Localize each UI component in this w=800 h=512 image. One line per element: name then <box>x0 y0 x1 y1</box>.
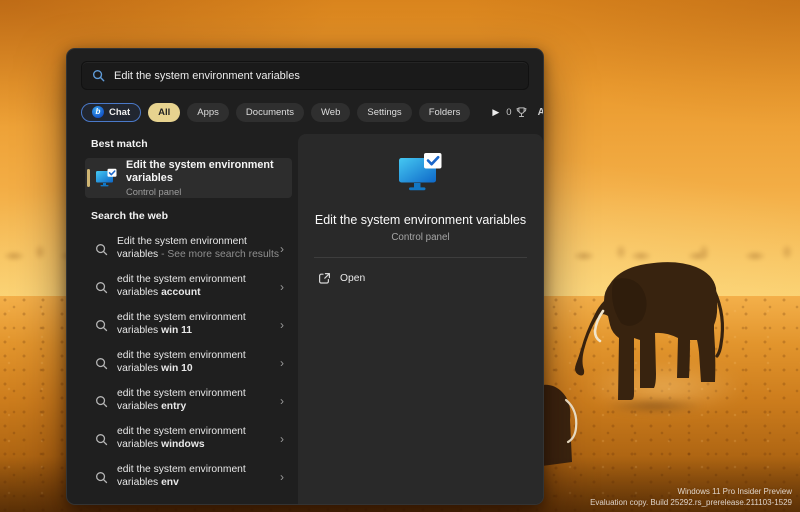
chevron-right-icon: › <box>280 395 284 407</box>
result-line1: edit the system environment <box>117 312 280 325</box>
result-line1: edit the system environment <box>117 388 280 401</box>
chevron-right-icon: › <box>280 281 284 293</box>
chevron-right-icon: › <box>280 243 284 255</box>
web-result-row[interactable]: Edit the system environment variables - … <box>85 230 292 268</box>
result-note: - See more search results <box>161 249 279 260</box>
preview-title: Edit the system environment variables <box>315 213 526 227</box>
result-line2-text: variables <box>117 249 161 260</box>
web-result-row[interactable]: edit the system environment variables en… <box>85 382 292 420</box>
web-search-icon <box>95 319 108 332</box>
result-line1: edit the system environment <box>117 426 280 439</box>
result-line1: edit the system environment <box>117 274 280 287</box>
preview-subtitle: Control panel <box>391 232 449 243</box>
watermark-line2: Evaluation copy. Build 25292.rs_prerelea… <box>590 498 792 508</box>
result-bold: windows <box>161 439 204 450</box>
result-line2-text: variables <box>117 401 161 412</box>
search-window: b Chat All Apps Documents Web Settings Folder… <box>66 48 544 505</box>
best-match-header: Best match <box>91 138 298 150</box>
web-result-text: Edit the system environment variables - … <box>117 236 280 262</box>
result-line2-text: variables <box>117 363 161 374</box>
watermark-line1: Windows 11 Pro Insider Preview <box>590 487 792 497</box>
result-line2-text: variables <box>117 287 161 298</box>
chevron-right-icon: › <box>280 433 284 445</box>
rewards-count: 0 <box>506 107 511 118</box>
filter-tab-web[interactable]: Web <box>311 103 350 122</box>
web-search-icon <box>95 433 108 446</box>
web-result-text: edit the system environment variables en… <box>117 388 280 414</box>
result-line1: edit the system environment <box>117 350 280 363</box>
web-result-text: edit the system environment variables en… <box>117 464 280 490</box>
filter-tab-apps[interactable]: Apps <box>187 103 229 122</box>
result-line2-text: variables <box>117 325 161 336</box>
elephant-silhouette <box>568 254 746 412</box>
web-search-icon <box>95 357 108 370</box>
search-web-header: Search the web <box>91 210 298 222</box>
web-result-row[interactable]: edit the system environment variables wi… <box>85 420 292 458</box>
filter-bar: b Chat All Apps Documents Web Settings Folder… <box>67 90 543 124</box>
insider-watermark: Windows 11 Pro Insider Preview Evaluatio… <box>590 487 792 508</box>
web-result-row[interactable]: edit the system environment variables en… <box>85 458 292 496</box>
search-results-area: Best match <box>67 134 543 504</box>
rewards-button[interactable]: 0 <box>506 106 527 119</box>
search-input[interactable] <box>114 70 518 82</box>
best-match-subtitle: Control panel <box>126 187 292 197</box>
chevron-right-icon: › <box>280 471 284 483</box>
top-right-cluster: 0 A ••• b <box>506 102 544 122</box>
desktop: Windows 11 Pro Insider Preview Evaluatio… <box>0 0 800 512</box>
best-match-title: Edit the system environment variables <box>126 159 292 185</box>
filter-chat-button[interactable]: b Chat <box>81 103 141 122</box>
filter-tab-folders[interactable]: Folders <box>419 103 471 122</box>
search-icon <box>92 69 105 82</box>
web-search-icon <box>95 243 108 256</box>
filter-tab-documents[interactable]: Documents <box>236 103 304 122</box>
filter-tab-settings[interactable]: Settings <box>357 103 411 122</box>
web-results-list: Edit the system environment variables - … <box>67 230 298 496</box>
web-result-row[interactable]: edit the system environment variables wi… <box>85 344 292 382</box>
open-action[interactable]: Open <box>318 272 543 285</box>
result-bold: win 11 <box>161 325 192 336</box>
best-match-text: Edit the system environment variables Co… <box>126 159 292 197</box>
selection-accent-bar <box>87 169 90 187</box>
preview-divider <box>314 257 527 258</box>
web-result-row[interactable]: edit the system environment variables ac… <box>85 268 292 306</box>
search-box[interactable] <box>81 61 529 90</box>
web-result-row[interactable]: edit the system environment variables wi… <box>85 306 292 344</box>
web-result-text: edit the system environment variables wi… <box>117 312 280 338</box>
result-bold: entry <box>161 401 186 412</box>
web-search-icon <box>95 471 108 484</box>
search-bar-row <box>67 49 543 90</box>
result-line1: edit the system environment <box>117 464 280 477</box>
filter-tabs: All Apps Documents Web Settings Folders <box>148 103 470 122</box>
result-line2-text: variables <box>117 477 161 488</box>
chat-label: Chat <box>109 107 130 118</box>
chevron-right-icon: › <box>280 357 284 369</box>
result-bold: env <box>161 477 179 488</box>
best-match-row[interactable]: Edit the system environment variables Co… <box>85 158 292 198</box>
web-result-text: edit the system environment variables ac… <box>117 274 280 300</box>
open-icon <box>318 272 331 285</box>
chevron-right-icon: › <box>280 319 284 331</box>
trophy-icon <box>515 106 528 119</box>
filter-tab-all[interactable]: All <box>148 103 180 122</box>
open-label: Open <box>340 273 365 284</box>
bing-chat-icon: b <box>92 106 104 118</box>
result-line2-text: variables <box>117 439 161 450</box>
web-search-icon <box>95 395 108 408</box>
result-bold: account <box>161 287 200 298</box>
system-properties-icon <box>95 168 118 188</box>
web-result-text: edit the system environment variables wi… <box>117 350 280 376</box>
system-properties-large-icon <box>397 152 445 199</box>
result-bold: win 10 <box>161 363 192 374</box>
letter-a-badge[interactable]: A <box>538 107 544 118</box>
web-search-icon <box>95 281 108 294</box>
results-column: Best match <box>67 134 298 504</box>
preview-panel: Edit the system environment variables Co… <box>298 134 543 504</box>
web-result-text: edit the system environment variables wi… <box>117 426 280 452</box>
scroll-right-icon[interactable]: ▶ <box>492 108 499 117</box>
result-line1: Edit the system environment <box>117 236 280 249</box>
